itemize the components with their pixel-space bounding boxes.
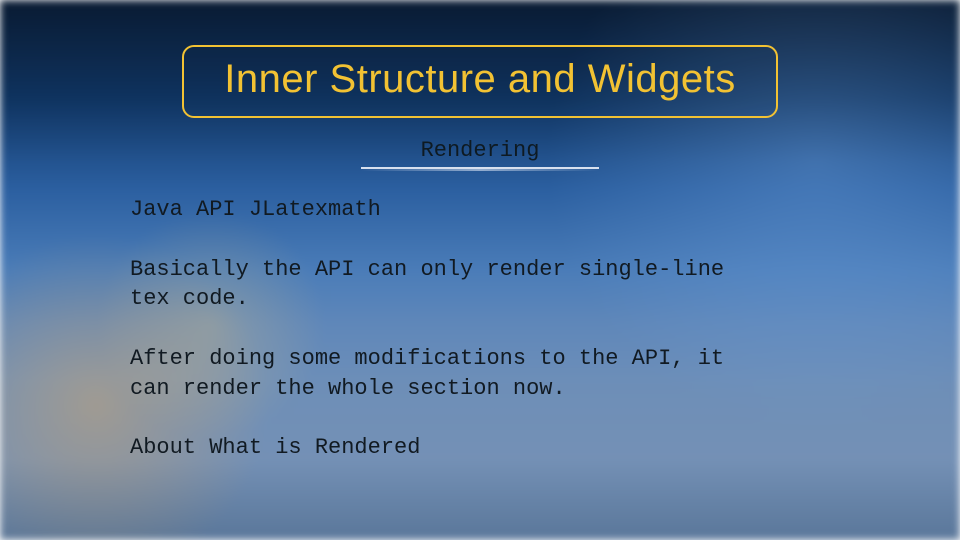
slide-title: Inner Structure and Widgets xyxy=(224,57,736,101)
subtitle-container: Rendering xyxy=(120,136,840,169)
slide-content: Inner Structure and Widgets Rendering Ja… xyxy=(0,0,960,540)
body-line-4: About What is Rendered xyxy=(130,433,770,463)
slide-body: Java API JLatexmath Basically the API ca… xyxy=(120,195,840,463)
slide-subtitle: Rendering xyxy=(361,136,600,169)
body-line-1: Java API JLatexmath xyxy=(130,195,770,225)
title-container: Inner Structure and Widgets xyxy=(120,45,840,118)
title-box: Inner Structure and Widgets xyxy=(182,45,778,118)
body-line-3: After doing some modifications to the AP… xyxy=(130,344,770,403)
body-line-2: Basically the API can only render single… xyxy=(130,255,770,314)
